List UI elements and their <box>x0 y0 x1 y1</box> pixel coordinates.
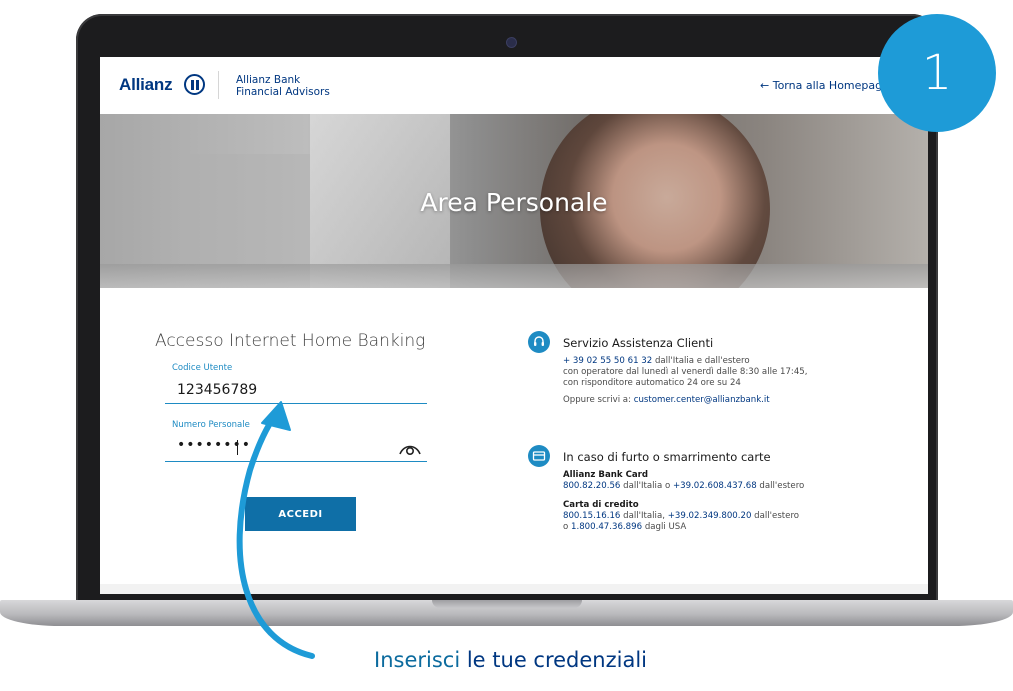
text-caret <box>237 440 238 455</box>
site-header: Allianz Allianz Bank Financial Advisors … <box>100 57 928 114</box>
card1-abroad-phone[interactable]: +39.02.608.437.68 <box>673 481 757 491</box>
card1-mid: dall'Italia o <box>623 481 671 491</box>
login-button[interactable]: ACCEDI <box>245 497 356 531</box>
card2-mid: dall'Italia, <box>623 511 665 521</box>
headset-icon <box>528 331 550 353</box>
bank-name-line1: Allianz Bank <box>236 74 301 86</box>
allianz-logo-text[interactable]: Allianz <box>119 75 173 95</box>
support-email-link[interactable]: customer.center@allianzbank.it <box>634 395 770 405</box>
step-number-badge: 1 <box>878 14 996 132</box>
bank-name: Allianz Bank Financial Advisors <box>236 74 330 98</box>
support-hours: con operatore dal lunedì al venerdì dall… <box>563 367 808 377</box>
pin-underline <box>165 461 427 462</box>
user-code-label: Codice Utente <box>172 363 233 373</box>
card2-usa-prefix: o <box>563 522 569 532</box>
caption-plain: Inserisci <box>374 648 461 672</box>
card2-phones: 800.15.16.16 dall'Italia, +39.02.349.800… <box>563 511 799 522</box>
camera-dot <box>507 38 516 47</box>
pin-input[interactable]: •••••••• <box>177 437 251 453</box>
card2-end: dall'estero <box>754 511 800 521</box>
support-phone-link[interactable]: + 39 02 55 50 61 32 <box>563 356 652 366</box>
card2-usa-phone[interactable]: 1.800.47.36.896 <box>571 522 642 532</box>
allianz-logo-icon[interactable] <box>184 74 205 95</box>
user-code-underline <box>165 403 427 404</box>
screen-footer-strip <box>100 584 928 594</box>
card1-end: dall'estero <box>759 481 805 491</box>
back-link-label: Torna alla Homepage <box>772 79 889 92</box>
support-email-prefix: Oppure scrivi a: <box>563 395 631 405</box>
card2-usa-end: dagli USA <box>644 522 687 532</box>
support-title: Servizio Assistenza Clienti <box>563 336 714 350</box>
theft-title: In caso di furto o smarrimento carte <box>563 450 771 464</box>
annotation-caption: Inserisci le tue credenziali <box>374 648 647 672</box>
card2-abroad-phone[interactable]: +39.02.349.800.20 <box>668 511 752 521</box>
login-title: Accesso Internet Home Banking <box>155 331 426 351</box>
arrow-left-icon: ← <box>760 79 770 92</box>
laptop-screen: Allianz Allianz Bank Financial Advisors … <box>100 57 928 594</box>
hero-title: Area Personale <box>420 188 608 217</box>
caption-strong: le tue credenziali <box>466 648 648 672</box>
support-phone-note: dall'Italia e dall'estero <box>654 356 750 366</box>
support-phone-line: + 39 02 55 50 61 32 dall'Italia e dall'e… <box>563 356 750 367</box>
logo-divider <box>218 71 219 99</box>
card2-name: Carta di credito <box>563 500 639 510</box>
back-to-homepage-link[interactable]: ← Torna alla Homepage <box>760 79 889 92</box>
user-code-input[interactable]: 123456789 <box>177 382 257 398</box>
hero-bg-table <box>100 264 928 288</box>
support-auto: con risponditore automatico 24 ore su 24 <box>563 378 741 388</box>
support-email-line: Oppure scrivi a: customer.center@allianz… <box>563 395 770 406</box>
eye-icon[interactable] <box>399 441 421 457</box>
laptop-base-notch <box>432 600 582 608</box>
card2-italy-phone[interactable]: 800.15.16.16 <box>563 511 620 521</box>
card2-usa-line: o 1.800.47.36.896 dagli USA <box>563 522 686 533</box>
card1-phones: 800.82.20.56 dall'Italia o +39.02.608.43… <box>563 481 804 492</box>
card-icon <box>528 445 550 467</box>
card1-italy-phone[interactable]: 800.82.20.56 <box>563 481 620 491</box>
pin-label: Numero Personale <box>172 420 250 430</box>
bank-name-line2: Financial Advisors <box>236 86 330 98</box>
card1-name: Allianz Bank Card <box>563 470 649 480</box>
